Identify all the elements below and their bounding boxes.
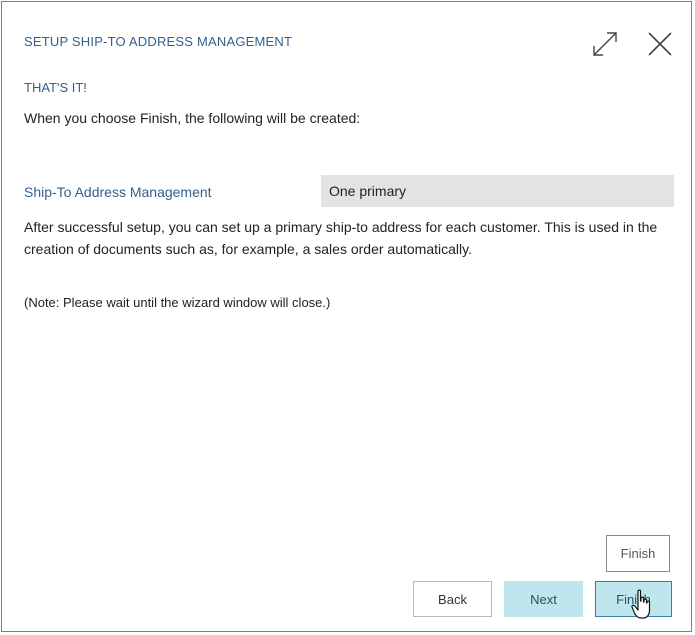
description-text: After successful setup, you can set up a…	[24, 219, 658, 257]
note-text: (Note: Please wait until the wizard wind…	[24, 295, 331, 310]
close-icon[interactable]	[645, 29, 675, 59]
ship-to-field-value[interactable]: One primary	[321, 175, 674, 207]
back-button[interactable]: Back	[413, 581, 492, 617]
wizard-dialog: SETUP SHIP-TO ADDRESS MANAGEMENT THAT'S …	[1, 1, 692, 632]
finish-tooltip: Finish	[606, 535, 670, 572]
ship-to-field-label: Ship-To Address Management	[24, 184, 212, 200]
next-button[interactable]: Next	[504, 581, 583, 617]
intro-text: When you choose Finish, the following wi…	[24, 110, 361, 126]
section-heading: THAT'S IT!	[24, 80, 87, 95]
expand-icon[interactable]	[590, 29, 620, 59]
dialog-title: SETUP SHIP-TO ADDRESS MANAGEMENT	[24, 34, 293, 49]
hand-cursor-icon	[631, 589, 653, 623]
